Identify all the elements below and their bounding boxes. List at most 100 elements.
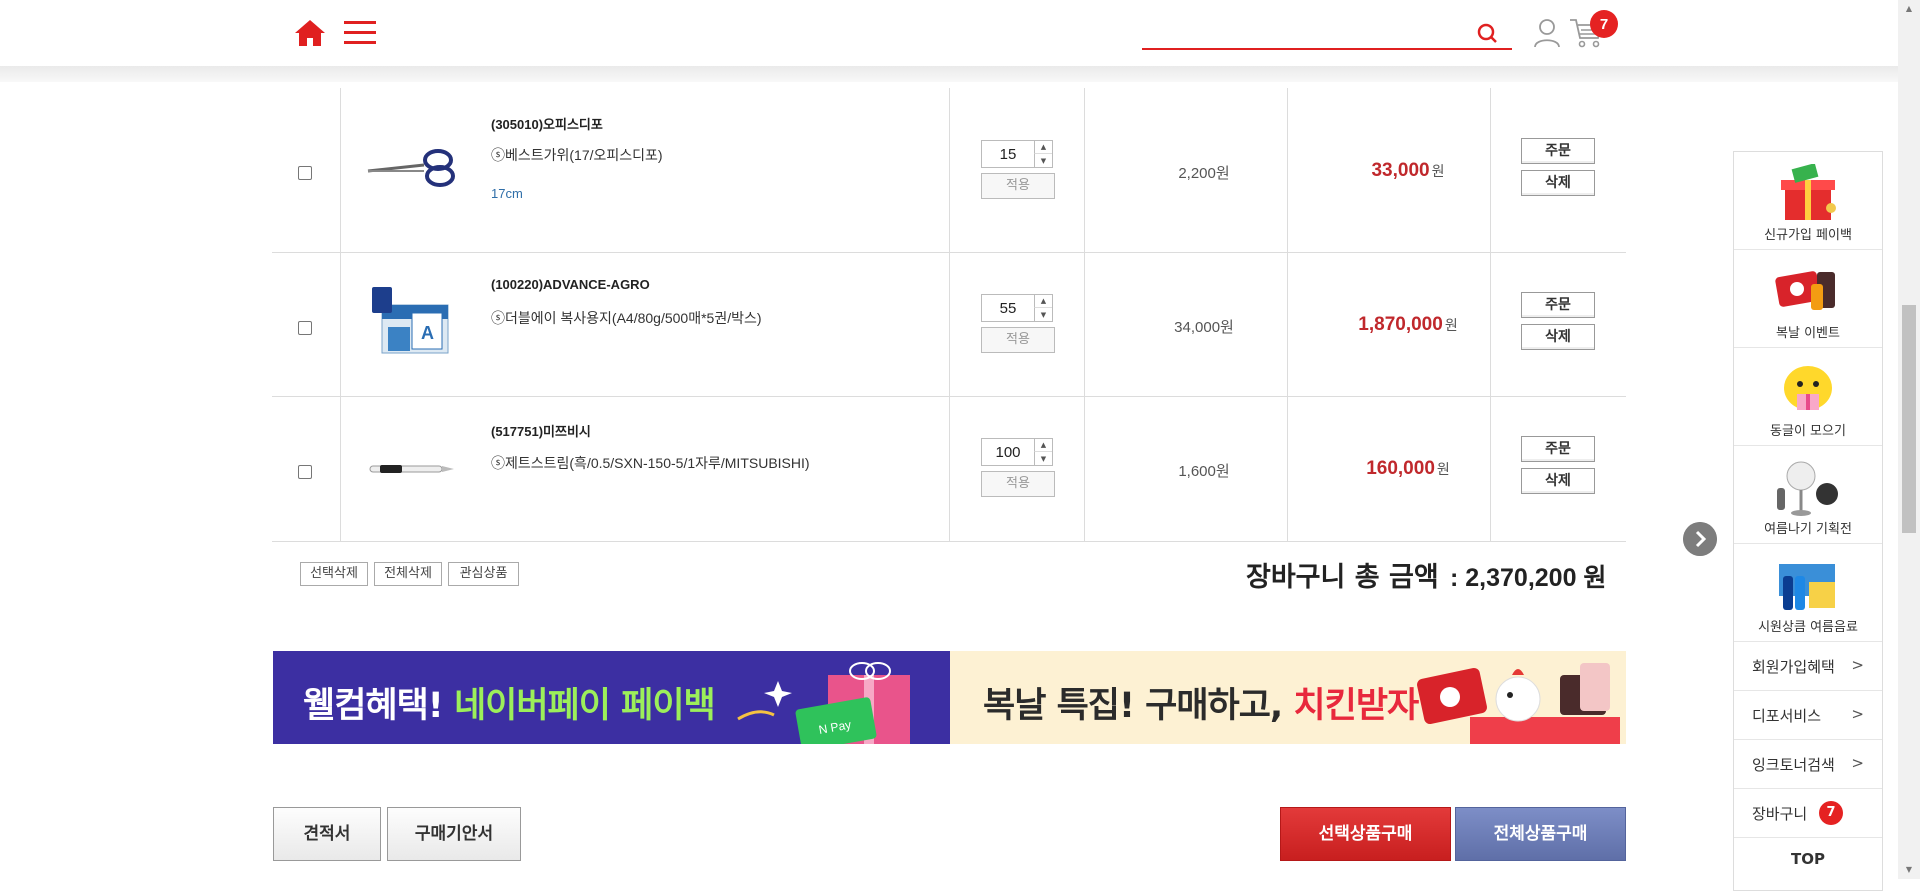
item-total-value: 160,000	[1366, 458, 1435, 479]
scissors-product-image[interactable]	[364, 143, 464, 193]
qty-increase-icon[interactable]: ▲	[1034, 295, 1052, 308]
chicken-gift-icon	[1417, 663, 1620, 744]
user-icon[interactable]	[1533, 18, 1561, 48]
item-total-value: 1,870,000	[1358, 314, 1443, 335]
quantity-input[interactable]	[982, 295, 1034, 321]
naverpay-payback-banner[interactable]: 웰컴혜택! 네이버페이 페이백 N Pay	[273, 651, 950, 744]
cart-count-badge[interactable]: 7	[1590, 10, 1618, 38]
product-name[interactable]: ⓢ더블에이 복사용지(A4/80g/500매*5권/박스)	[491, 308, 762, 328]
fan-icon	[1777, 461, 1838, 516]
product-name[interactable]: ⓢ제트스트림(흑/0.5/SXN-150-5/1자루/MITSUBISHI)	[491, 453, 810, 473]
scroll-top-button[interactable]: TOP	[1734, 850, 1882, 868]
quantity-input[interactable]	[982, 141, 1034, 167]
buy-all-button[interactable]: 전체상품구매	[1455, 807, 1626, 861]
wishlist-button[interactable]: 관심상품	[448, 562, 519, 586]
pen-product-image[interactable]	[366, 459, 456, 479]
quote-button[interactable]: 견적서	[273, 807, 381, 861]
menu-icon[interactable]	[343, 18, 377, 48]
boknal-event-banner[interactable]: 복날 특집! 구매하고, 치킨받자	[950, 651, 1626, 744]
column-divider	[340, 88, 341, 252]
banner-text: 복날 특집! 구매하고, 치킨받자	[983, 677, 1419, 728]
banner-text: 웰컴혜택! 네이버페이 페이백	[303, 677, 716, 728]
item-total-value: 33,000	[1371, 160, 1430, 181]
paper-box-product-image[interactable]: A	[368, 283, 454, 359]
search-box	[1142, 14, 1512, 50]
table-row: (305010)오피스디포 ⓢ베스트가위(17/오피스디포) 17cm ▲ ▼ …	[272, 88, 1626, 253]
chicken-card-icon	[1775, 271, 1835, 310]
unit-price: 34,000원	[1174, 319, 1234, 336]
order-button[interactable]: 주문	[1521, 292, 1595, 318]
search-icon[interactable]	[1474, 20, 1500, 46]
chevron-right-icon[interactable]	[1683, 522, 1717, 556]
header-divider	[0, 66, 1898, 82]
quick-link-depot-service[interactable]: 디포서비스 >	[1734, 691, 1882, 740]
product-name[interactable]: ⓢ베스트가위(17/오피스디포)	[491, 145, 663, 165]
qty-decrease-icon[interactable]: ▼	[1034, 154, 1052, 167]
qty-decrease-icon[interactable]: ▼	[1034, 452, 1052, 465]
quick-item-label: 동글이 모으기	[1770, 424, 1846, 439]
quick-item-boknal-event[interactable]: 복날 이벤트	[1734, 250, 1882, 348]
drinks-icon	[1779, 564, 1835, 610]
purchase-guide-button[interactable]: 구매기안서	[387, 807, 521, 861]
quick-link-ink-toner-search[interactable]: 잉크토너검색 >	[1734, 740, 1882, 789]
currency-unit: 원	[1444, 317, 1458, 333]
delete-all-button[interactable]: 전체삭제	[374, 562, 442, 586]
delete-button[interactable]: 삭제	[1521, 170, 1595, 196]
gift-box-icon	[1781, 164, 1836, 220]
banner-prefix: 웰컴혜택!	[303, 686, 454, 726]
scrollbar-thumb[interactable]	[1902, 305, 1916, 533]
qty-increase-icon[interactable]: ▲	[1034, 439, 1052, 452]
item-checkbox[interactable]	[298, 166, 312, 180]
buy-selected-button[interactable]: 선택상품구매	[1280, 807, 1451, 861]
quick-link-label: 회원가입혜택	[1752, 658, 1835, 676]
quick-link-signup-benefit[interactable]: 회원가입혜택 >	[1734, 642, 1882, 691]
column-divider	[1084, 88, 1085, 252]
quantity-stepper: ▲ ▼	[981, 140, 1053, 168]
quantity-stepper: ▲ ▼	[981, 294, 1053, 322]
home-icon[interactable]	[293, 18, 327, 48]
qty-increase-icon[interactable]: ▲	[1034, 141, 1052, 154]
scroll-up-icon[interactable]: ▲	[1898, 0, 1920, 18]
product-code: (100220)ADVANCE-AGRO	[491, 277, 650, 292]
quick-link-label: 장바구니	[1752, 805, 1808, 823]
item-checkbox[interactable]	[298, 321, 312, 335]
order-button[interactable]: 주문	[1521, 138, 1595, 164]
qty-decrease-icon[interactable]: ▼	[1034, 308, 1052, 321]
banner-highlight: 치킨받자	[1293, 686, 1419, 726]
item-checkbox[interactable]	[298, 465, 312, 479]
cart-total-value: : 2,370,200 원	[1450, 564, 1607, 592]
quantity-input[interactable]	[982, 439, 1034, 465]
quick-item-summer-special[interactable]: 여름나기 기획전	[1734, 446, 1882, 544]
quick-item-summer-drinks[interactable]: 시원상큼 여름음료	[1734, 544, 1882, 642]
gift-box-icon: N Pay	[737, 662, 910, 744]
table-row: (517751)미쯔비시 ⓢ제트스트림(흑/0.5/SXN-150-5/1자루/…	[272, 397, 1626, 542]
delete-button[interactable]: 삭제	[1521, 468, 1595, 494]
cart-total-label: 장바구니 총 금액	[1246, 562, 1439, 593]
delete-selected-button[interactable]: 선택삭제	[300, 562, 368, 586]
delete-button[interactable]: 삭제	[1521, 324, 1595, 350]
quick-item-label: 복날 이벤트	[1776, 326, 1840, 341]
quick-link-label: 디포서비스	[1752, 707, 1822, 725]
site-header: 7	[0, 0, 1898, 66]
quick-link-label: 잉크토너검색	[1752, 756, 1835, 774]
apply-qty-button[interactable]: 적용	[981, 327, 1055, 353]
scroll-down-icon[interactable]: ▼	[1898, 861, 1920, 879]
quick-item-signup-payback[interactable]: 신규가입 페이백	[1734, 152, 1882, 250]
svg-text:A: A	[421, 323, 434, 343]
column-divider	[340, 397, 341, 541]
page-scrollbar[interactable]: ▲ ▼	[1898, 0, 1920, 879]
column-divider	[340, 253, 341, 396]
quick-item-donggeuli[interactable]: 동글이 모으기	[1734, 348, 1882, 446]
item-total: 33,000 원	[1288, 160, 1528, 182]
order-button[interactable]: 주문	[1521, 436, 1595, 462]
chevron-right-icon: >	[1851, 656, 1864, 674]
quick-menu-panel: 신규가입 페이백 복날 이벤트 동글이 모으기 여름나기 기획전 시원상큼 여름…	[1733, 151, 1883, 891]
column-divider	[949, 397, 950, 541]
search-input[interactable]	[1146, 18, 1466, 46]
table-row: A (100220)ADVANCE-AGRO ⓢ더블에이 복사용지(A4/80g…	[272, 253, 1626, 397]
apply-qty-button[interactable]: 적용	[981, 471, 1055, 497]
quick-link-cart[interactable]: 장바구니 7	[1734, 789, 1882, 838]
banner-highlight: 네이버페이 페이백	[453, 686, 716, 726]
column-divider	[949, 253, 950, 396]
apply-qty-button[interactable]: 적용	[981, 173, 1055, 199]
